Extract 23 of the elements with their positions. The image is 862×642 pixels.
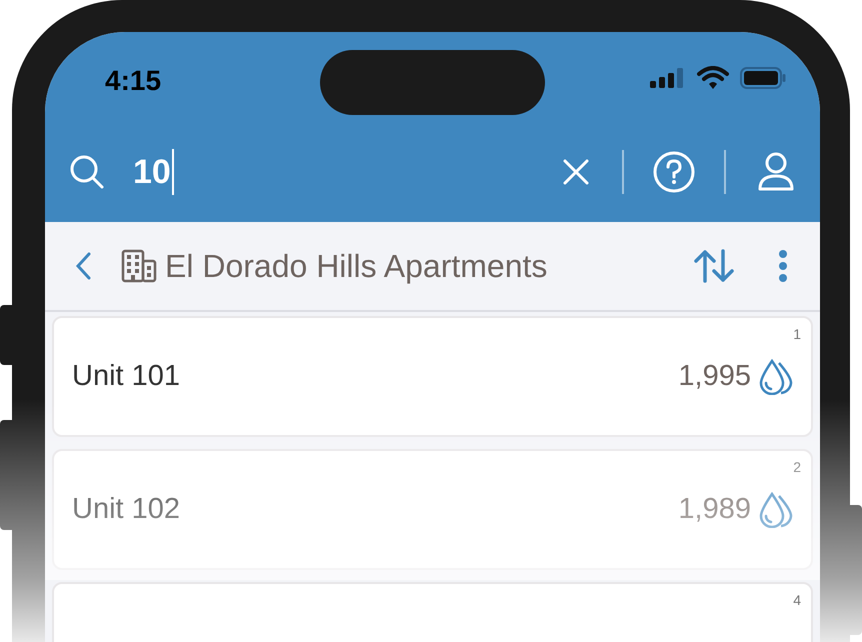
profile-button[interactable] — [756, 151, 796, 193]
rank-number: 1 — [793, 325, 801, 344]
unit-name: Unit 102 — [72, 492, 182, 527]
search-icon — [69, 154, 105, 190]
rank-number: 4 — [793, 591, 801, 610]
more-button[interactable] — [776, 248, 790, 284]
unit-card[interactable]: 4 — [52, 582, 813, 642]
water-drops-icon — [759, 492, 793, 528]
usage-value: 1,989 — [678, 492, 751, 527]
battery-icon — [740, 67, 786, 89]
water-drops-icon — [759, 358, 793, 394]
help-button[interactable] — [652, 150, 696, 194]
status-time: 4:15 — [105, 64, 162, 98]
signal-icon — [650, 68, 684, 88]
search-field[interactable]: 10 — [133, 144, 558, 200]
building-icon — [121, 249, 157, 283]
usage-value: 1,995 — [678, 358, 751, 394]
unit-card[interactable]: 2 Unit 102 1,989 — [52, 449, 813, 570]
property-title: El Dorado Hills Apartments — [165, 247, 548, 286]
unit-name: Unit 101 — [72, 358, 182, 394]
wifi-icon — [697, 66, 729, 90]
unit-card[interactable]: 1 Unit 101 1,995 — [52, 316, 813, 437]
rank-number: 2 — [793, 458, 801, 477]
